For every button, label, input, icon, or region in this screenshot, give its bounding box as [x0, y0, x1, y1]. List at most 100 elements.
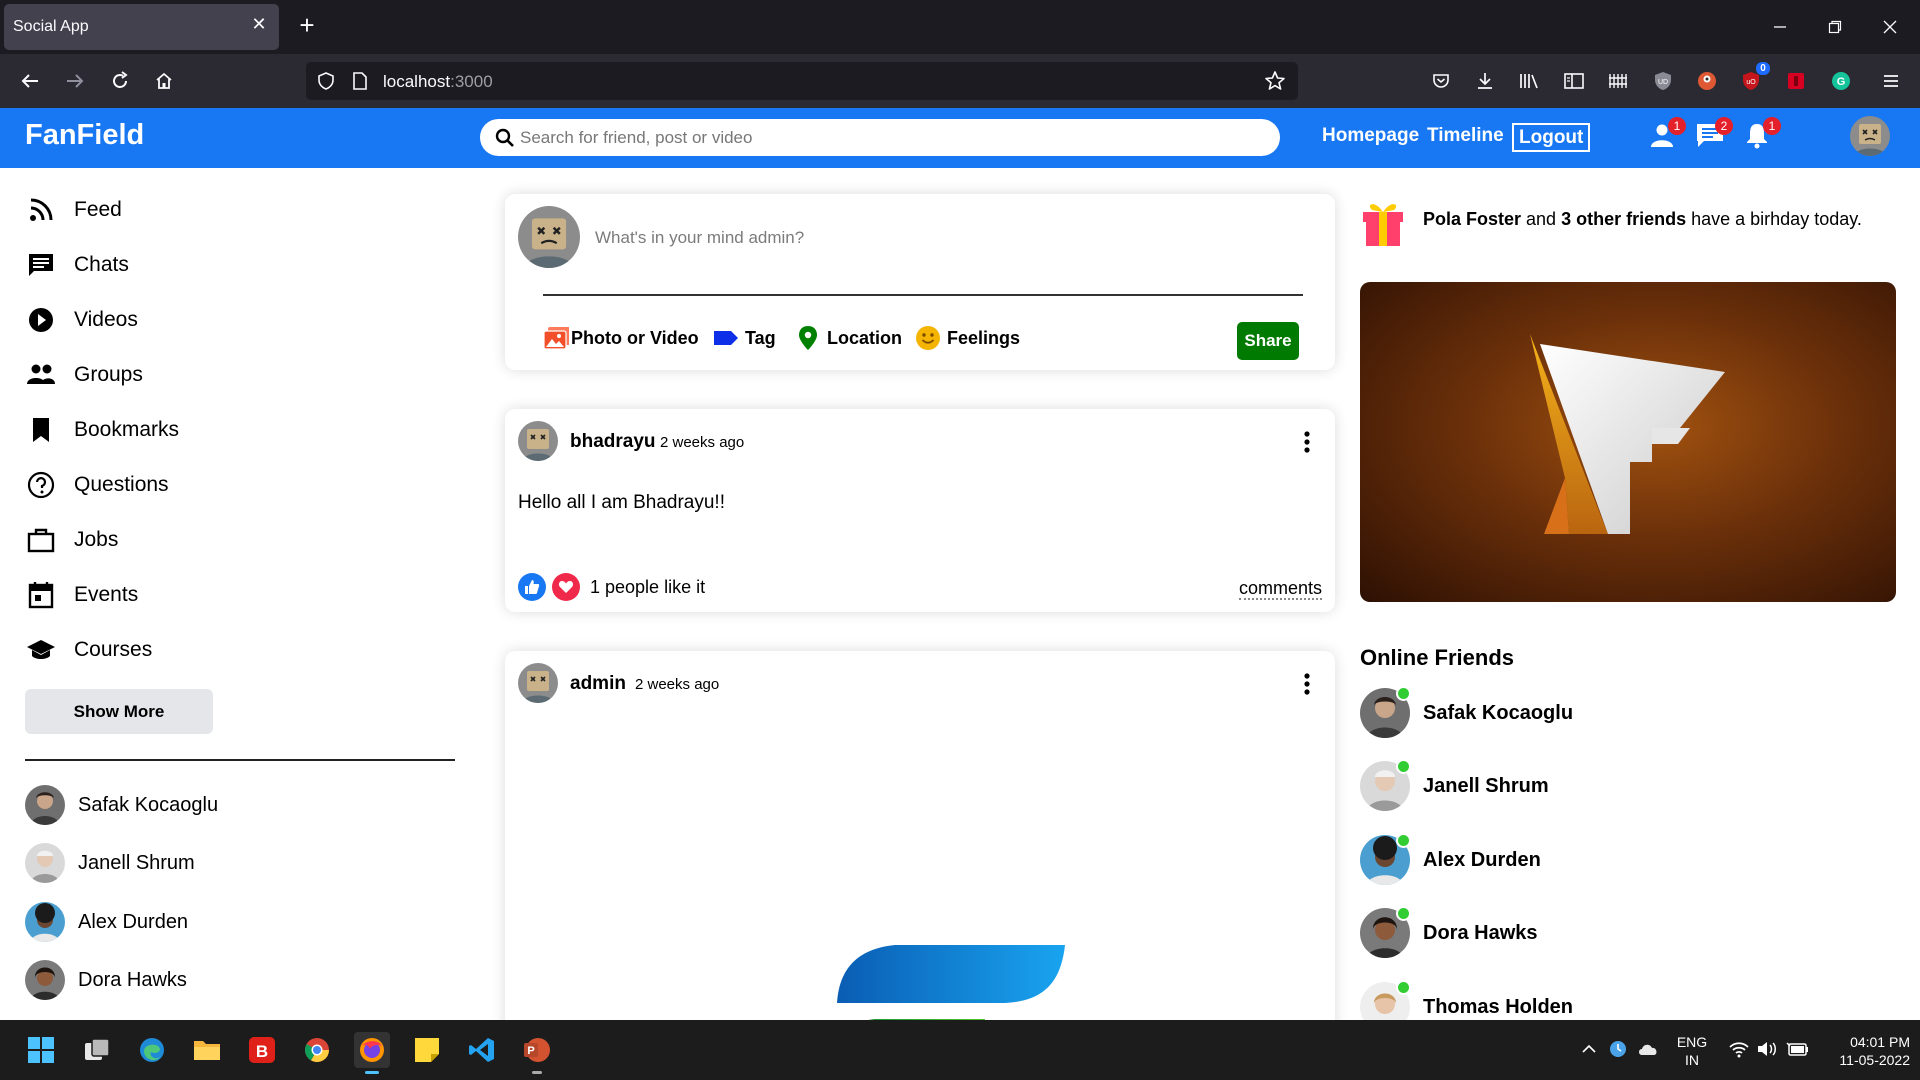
friend-requests-icon[interactable]: 1 — [1648, 117, 1686, 151]
sidebar-item-chats[interactable]: Chats — [25, 248, 129, 282]
battery-icon[interactable] — [1786, 1038, 1808, 1060]
bookmark-star-icon[interactable] — [1264, 70, 1286, 97]
like-icon[interactable] — [518, 573, 546, 601]
clock-app-icon[interactable] — [1607, 1038, 1629, 1060]
location-option[interactable]: Location — [795, 324, 902, 352]
grammarly-icon[interactable]: G — [1828, 68, 1854, 94]
red-extension-icon[interactable] — [1783, 68, 1809, 94]
online-indicator — [1396, 906, 1411, 921]
sidebar-item-events[interactable]: Events — [25, 578, 138, 612]
restore-icon[interactable] — [1817, 12, 1853, 42]
task-view-icon[interactable] — [79, 1032, 115, 1068]
show-more-button[interactable]: Show More — [25, 689, 213, 734]
photo-video-option[interactable]: Photo or Video — [543, 324, 699, 352]
online-friend-item[interactable]: Dora Hawks — [1360, 906, 1538, 958]
friend-item[interactable]: Safak Kocaoglu — [25, 784, 218, 826]
ublock-icon[interactable]: uO 0 — [1738, 62, 1770, 94]
system-clock[interactable]: 04:01 PM 11-05-2022 — [1820, 1033, 1910, 1069]
avatar — [25, 902, 65, 942]
heart-icon[interactable] — [552, 573, 580, 601]
edge-icon[interactable] — [134, 1032, 170, 1068]
powerpoint-icon[interactable]: P — [519, 1032, 555, 1074]
homepage-link[interactable]: Homepage — [1322, 125, 1419, 147]
avatar[interactable] — [518, 663, 558, 703]
online-friend-item[interactable]: Janell Shrum — [1360, 759, 1549, 811]
friend-item[interactable]: Dora Hawks — [25, 959, 187, 1001]
help-circle-icon — [25, 469, 57, 501]
firefox-icon[interactable] — [354, 1032, 390, 1074]
promo-banner[interactable] — [1360, 282, 1896, 602]
sidebar-item-courses[interactable]: Courses — [25, 633, 152, 667]
pocket-icon[interactable] — [1428, 68, 1454, 94]
sidebar-item-feed[interactable]: Feed — [25, 193, 122, 227]
online-friend-item[interactable]: Safak Kocaoglu — [1360, 686, 1573, 738]
reload-icon[interactable] — [106, 67, 134, 95]
friend-requests-badge: 1 — [1668, 117, 1686, 135]
avatar — [518, 206, 580, 268]
windows-start-icon[interactable] — [23, 1032, 59, 1068]
address-bar[interactable]: localhost:3000 — [306, 62, 1298, 100]
cloud-icon[interactable] — [1637, 1038, 1659, 1060]
extension-icon[interactable] — [1605, 68, 1631, 94]
sidebar-item-bookmarks[interactable]: Bookmarks — [25, 413, 179, 447]
messages-icon[interactable]: 2 — [1695, 117, 1733, 151]
avatar[interactable] — [518, 421, 558, 461]
friend-item[interactable]: Janell Shrum — [25, 842, 195, 884]
feelings-option[interactable]: Feelings — [915, 324, 1020, 352]
wifi-icon[interactable] — [1728, 1038, 1750, 1060]
privacy-badger-icon[interactable]: UD — [1650, 68, 1676, 94]
sidebar-item-videos[interactable]: Videos — [25, 303, 138, 337]
home-icon[interactable] — [150, 67, 178, 95]
sidebar-item-groups[interactable]: Groups — [25, 358, 143, 392]
post-card: bhadrayu 2 weeks ago Hello all I am Bhad… — [505, 409, 1335, 612]
user-avatar[interactable] — [1850, 116, 1890, 156]
close-window-icon[interactable] — [1872, 12, 1908, 42]
post-timestamp: 2 weeks ago — [660, 434, 745, 451]
post-username[interactable]: admin — [570, 673, 626, 695]
more-vert-icon[interactable] — [1297, 671, 1317, 697]
gift-icon — [1360, 195, 1406, 247]
volume-icon[interactable] — [1756, 1038, 1778, 1060]
back-icon[interactable] — [16, 67, 44, 95]
brand-logo[interactable]: FanField — [25, 119, 144, 152]
notifications-icon[interactable]: 1 — [1743, 117, 1781, 151]
language-indicator[interactable]: ENG IN — [1672, 1033, 1712, 1069]
browser-tab[interactable]: Social App ✕ — [4, 4, 279, 50]
search-input[interactable] — [520, 125, 1260, 150]
rss-icon — [25, 194, 57, 226]
download-icon[interactable] — [1472, 68, 1498, 94]
notifications-badge: 1 — [1763, 117, 1781, 135]
menu-icon[interactable] — [1878, 68, 1904, 94]
logout-button[interactable]: Logout — [1512, 123, 1591, 152]
post-timestamp: 2 weeks ago — [635, 676, 720, 693]
chrome-icon[interactable] — [299, 1032, 335, 1068]
timeline-link[interactable]: Timeline — [1427, 125, 1504, 147]
new-tab-icon[interactable]: + — [293, 12, 321, 40]
bookmark-icon — [25, 414, 57, 446]
more-vert-icon[interactable] — [1297, 429, 1317, 455]
online-friend-item[interactable]: Alex Durden — [1360, 833, 1541, 885]
share-button[interactable]: Share — [1237, 322, 1299, 360]
duckduckgo-icon[interactable] — [1694, 68, 1720, 94]
avatar — [1360, 906, 1411, 958]
library-icon[interactable] — [1516, 68, 1542, 94]
svg-text:B: B — [256, 1042, 268, 1061]
post-username[interactable]: bhadrayu — [570, 431, 656, 453]
chevron-up-icon[interactable] — [1578, 1038, 1600, 1060]
tag-option[interactable]: Tag — [713, 324, 776, 352]
comments-link[interactable]: comments — [1238, 578, 1322, 600]
brave-icon[interactable]: B — [244, 1032, 280, 1068]
vscode-icon[interactable] — [464, 1032, 500, 1068]
share-input[interactable] — [595, 225, 1195, 251]
minimize-icon[interactable] — [1762, 12, 1798, 42]
close-tab-icon[interactable]: ✕ — [249, 14, 269, 34]
sidebar-item-jobs[interactable]: Jobs — [25, 523, 118, 557]
forward-icon[interactable] — [61, 67, 89, 95]
reader-view-icon[interactable] — [1561, 68, 1587, 94]
file-explorer-icon[interactable] — [189, 1032, 225, 1068]
search-bar[interactable] — [480, 119, 1280, 156]
sidebar-item-questions[interactable]: Questions — [25, 468, 169, 502]
sticky-notes-icon[interactable] — [409, 1032, 445, 1068]
shield-icon[interactable] — [316, 71, 336, 96]
friend-item[interactable]: Alex Durden — [25, 901, 188, 943]
